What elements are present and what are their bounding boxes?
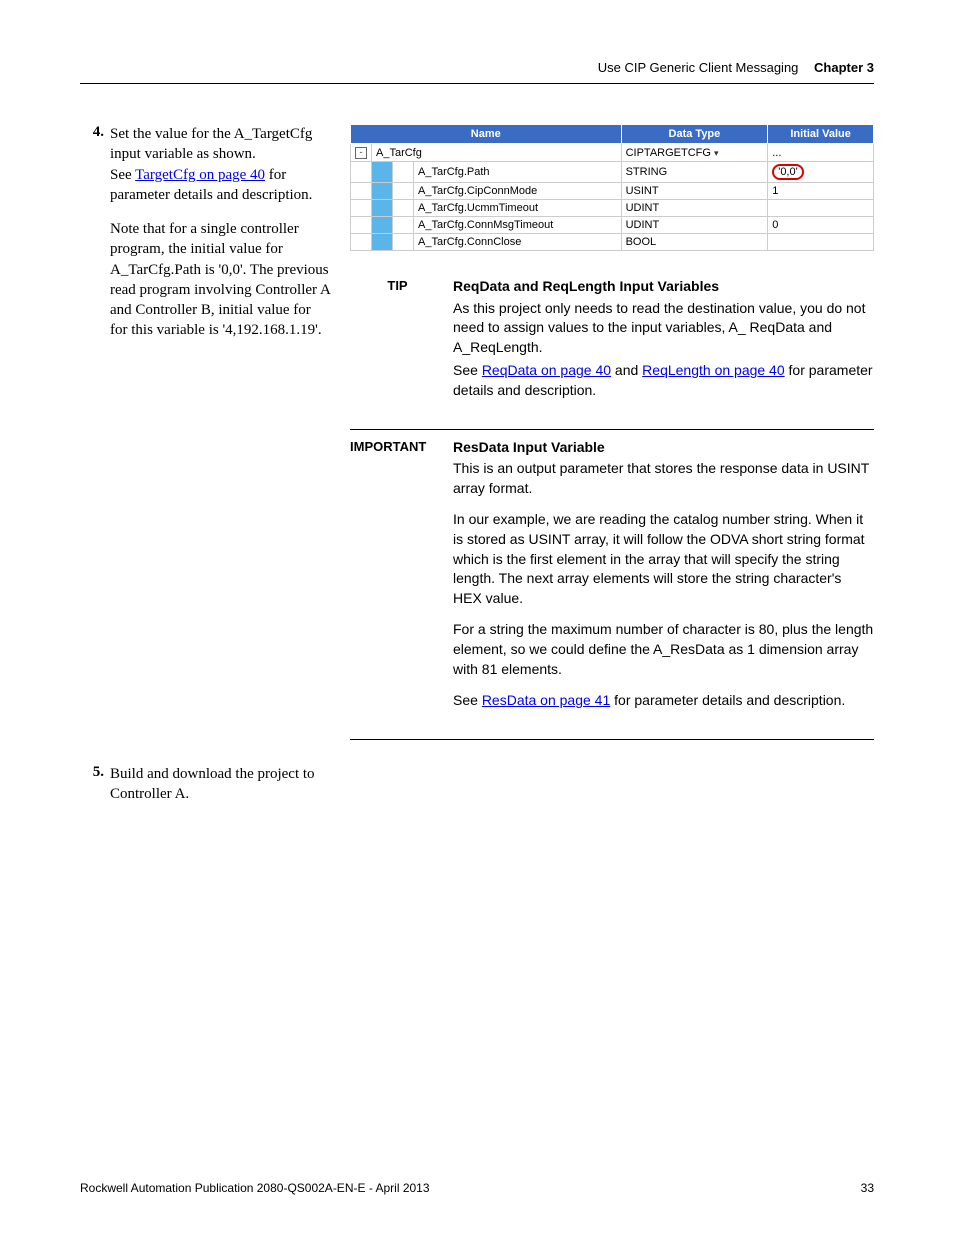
collapse-icon[interactable]: - [355, 147, 367, 159]
table-row: A_TarCfg.UcmmTimeout UDINT [351, 200, 874, 217]
tip-label: TIP [350, 277, 453, 413]
step-5-text: Build and download the project to Contro… [110, 764, 330, 805]
important-p4-pre: See [453, 692, 482, 708]
cell-datatype: BOOL [621, 234, 768, 251]
link-targetcfg[interactable]: TargetCfg on page 40 [135, 167, 265, 183]
step-4: 4. Set the value for the A_TargetCfg inp… [80, 124, 330, 355]
footer-publication: Rockwell Automation Publication 2080-QS0… [80, 1181, 430, 1195]
divider [350, 429, 874, 430]
footer-page-number: 33 [861, 1181, 874, 1195]
root-initval: ... [768, 144, 874, 162]
cell-initval: '0,0' [768, 162, 874, 183]
cell-datatype: STRING [621, 162, 768, 183]
page-header: Use CIP Generic Client Messaging Chapter… [80, 60, 874, 84]
col-name: Name [351, 125, 622, 144]
tip-p2-pre: See [453, 362, 482, 378]
cell-initval [768, 234, 874, 251]
tip-title: ReqData and ReqLength Input Variables [453, 277, 874, 297]
step-4-text-a: Set the value for the A_TargetCfg input … [110, 126, 312, 162]
step-4-number: 4. [80, 124, 110, 355]
page-footer: Rockwell Automation Publication 2080-QS0… [80, 1181, 874, 1195]
cell-name: A_TarCfg.CipConnMode [414, 183, 622, 200]
col-datatype: Data Type [621, 125, 768, 144]
header-chapter: Chapter 3 [814, 60, 874, 75]
cell-initval: 0 [768, 217, 874, 234]
table-row-root: - A_TarCfg CIPTARGETCFG ▾ ... [351, 144, 874, 162]
cell-initval: 1 [768, 183, 874, 200]
cell-datatype: USINT [621, 183, 768, 200]
important-block: IMPORTANT ResData Input Variable This is… [350, 438, 874, 723]
cell-initval [768, 200, 874, 217]
important-p1: This is an output parameter that stores … [453, 459, 874, 498]
variable-table: Name Data Type Initial Value - A_TarCfg … [350, 124, 874, 251]
cell-datatype: UDINT [621, 217, 768, 234]
tip-p2-mid: and [611, 362, 642, 378]
highlight-circle: '0,0' [772, 164, 804, 180]
step-5-number: 5. [80, 764, 110, 819]
root-name: A_TarCfg [372, 144, 622, 162]
root-datatype: CIPTARGETCFG ▾ [621, 144, 768, 162]
tip-block: TIP ReqData and ReqLength Input Variable… [350, 277, 874, 413]
header-title: Use CIP Generic Client Messaging [598, 60, 799, 75]
cell-name: A_TarCfg.UcmmTimeout [414, 200, 622, 217]
step-5: 5. Build and download the project to Con… [80, 764, 330, 819]
link-resdata[interactable]: ResData on page 41 [482, 692, 610, 708]
table-row: A_TarCfg.Path STRING '0,0' [351, 162, 874, 183]
cell-datatype: UDINT [621, 200, 768, 217]
divider [350, 739, 874, 740]
important-p4-post: for parameter details and description. [610, 692, 845, 708]
cell-name: A_TarCfg.ConnClose [414, 234, 622, 251]
cell-name: A_TarCfg.Path [414, 162, 622, 183]
col-initval: Initial Value [768, 125, 874, 144]
table-row: A_TarCfg.CipConnMode USINT 1 [351, 183, 874, 200]
dropdown-icon[interactable]: ▾ [714, 148, 719, 158]
cell-name: A_TarCfg.ConnMsgTimeout [414, 217, 622, 234]
important-label: IMPORTANT [350, 438, 453, 723]
important-title: ResData Input Variable [453, 438, 874, 458]
important-p3: For a string the maximum number of chara… [453, 620, 874, 679]
link-reqdata[interactable]: ReqData on page 40 [482, 362, 611, 378]
table-row: A_TarCfg.ConnClose BOOL [351, 234, 874, 251]
step-4-text-b-pre: See [110, 167, 135, 183]
tip-p1: As this project only needs to read the d… [453, 299, 874, 358]
step-4-note: Note that for a single controller progra… [110, 219, 330, 341]
important-p2: In our example, we are reading the catal… [453, 510, 874, 608]
table-row: A_TarCfg.ConnMsgTimeout UDINT 0 [351, 217, 874, 234]
link-reqlength[interactable]: ReqLength on page 40 [642, 362, 784, 378]
